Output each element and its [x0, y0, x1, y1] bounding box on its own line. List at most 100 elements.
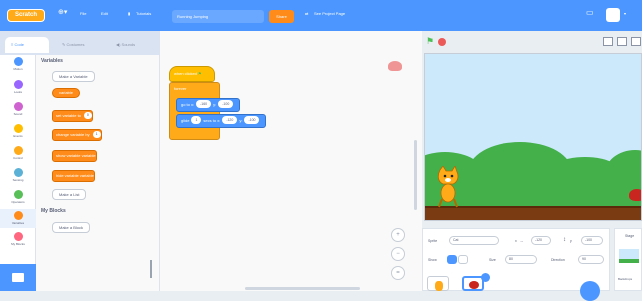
- account-chevron-icon[interactable]: ▾: [624, 11, 626, 16]
- sprite-label: Sprite: [428, 239, 438, 243]
- workspace-vertical-scrollbar[interactable]: [414, 140, 417, 210]
- x-label: x: [515, 239, 517, 243]
- goto-label: go to x:: [181, 102, 195, 107]
- set-value-input[interactable]: 0: [83, 112, 92, 119]
- tab-sounds[interactable]: ◀) Sounds: [110, 37, 154, 53]
- forever-label: forever: [174, 86, 187, 91]
- sound-dot-icon: [13, 102, 23, 111]
- crab-sprite-icon[interactable]: [629, 189, 641, 201]
- variable-reporter[interactable]: variable: [52, 88, 81, 98]
- go-to-xy-block[interactable]: go to x: -160 y: -100: [176, 98, 241, 112]
- stage-pane-label: Stage: [625, 234, 635, 238]
- category-label: Control: [13, 156, 23, 160]
- category-label: Sensing: [12, 178, 24, 182]
- category-label: Variables: [11, 221, 25, 225]
- category-control[interactable]: Control: [0, 146, 36, 163]
- small-stage-icon[interactable]: [603, 37, 613, 46]
- palette-scrollbar[interactable]: [150, 260, 152, 278]
- category-events[interactable]: Events: [0, 124, 36, 141]
- change-variable-block[interactable]: change variable by 1: [52, 129, 102, 141]
- choose-sprite-button[interactable]: [580, 281, 600, 301]
- tutorials-icon: ▮: [128, 11, 131, 16]
- x-position-input[interactable]: -120: [531, 236, 551, 245]
- zoom-reset-button[interactable]: =: [391, 266, 405, 280]
- my-stuff-icon[interactable]: ▭: [586, 8, 594, 17]
- account-avatar[interactable]: [606, 8, 620, 22]
- backdrops-label: Backdrops: [618, 277, 633, 281]
- see-project-page-icon: ⇄: [305, 11, 309, 16]
- sensing-dot-icon: [13, 168, 23, 177]
- category-my-blocks[interactable]: My Blocks: [0, 232, 36, 249]
- category-motion[interactable]: Motion: [0, 57, 36, 74]
- tab-costumes[interactable]: ✎ Costumes: [56, 37, 104, 53]
- goto-y-input[interactable]: -100: [218, 100, 234, 108]
- sprite-watermark-icon: [388, 61, 402, 71]
- category-label: Looks: [13, 90, 22, 94]
- add-extension-button[interactable]: [0, 264, 36, 291]
- when-flag-clicked-block[interactable]: when clicked ⚑: [169, 66, 215, 82]
- make-block-button[interactable]: Make a Block: [52, 222, 91, 233]
- see-project-page-button[interactable]: See Project Page: [314, 11, 345, 16]
- variables-dot-icon: [13, 211, 23, 220]
- stop-icon[interactable]: [438, 38, 446, 46]
- make-list-button[interactable]: Make a List: [52, 189, 87, 200]
- category-label: My Blocks: [11, 242, 25, 246]
- size-input[interactable]: 80: [505, 255, 537, 264]
- control-dot-icon: [13, 146, 23, 155]
- make-variable-button[interactable]: Make a Variable: [52, 71, 95, 82]
- glide-x-input[interactable]: -120: [222, 116, 238, 124]
- large-stage-icon[interactable]: [617, 37, 627, 46]
- goto-x-input[interactable]: -160: [196, 100, 212, 108]
- category-label: Motion: [13, 67, 23, 71]
- glide-block[interactable]: glide 1 secs to x: -120 y: -100: [176, 114, 267, 128]
- category-variables[interactable]: Variables: [0, 209, 36, 228]
- category-sound[interactable]: Sound: [0, 102, 36, 119]
- scratch-logo[interactable]: Scratch: [7, 9, 45, 22]
- fullscreen-icon[interactable]: [631, 37, 641, 46]
- zoom-out-button[interactable]: −: [391, 247, 405, 261]
- my-blocks-dot-icon: [13, 232, 23, 241]
- tab-costumes-label: Costumes: [66, 42, 85, 47]
- project-title-input[interactable]: Running Jumping: [172, 10, 264, 23]
- workspace-horizontal-scrollbar[interactable]: [245, 287, 360, 290]
- category-looks[interactable]: Looks: [0, 80, 36, 97]
- glide-y-input[interactable]: -100: [244, 116, 260, 124]
- category-operators[interactable]: Operators: [0, 190, 36, 207]
- variables-heading: Variables: [41, 58, 63, 64]
- tab-code[interactable]: ≡ Code: [5, 37, 49, 53]
- menu-edit[interactable]: Edit: [101, 11, 108, 16]
- size-label: Size: [489, 258, 496, 262]
- set-variable-block[interactable]: set variable to 0: [52, 110, 93, 122]
- tab-sounds-label: Sounds: [121, 42, 136, 47]
- change-value-input[interactable]: 1: [92, 131, 101, 138]
- category-label: Sound: [13, 112, 23, 116]
- delete-sprite-icon[interactable]: [481, 273, 490, 282]
- zoom-in-button[interactable]: +: [391, 228, 405, 242]
- y-position-input[interactable]: -100: [581, 236, 603, 245]
- backdrop-thumbnail[interactable]: [619, 249, 639, 263]
- direction-input[interactable]: 90: [578, 255, 604, 264]
- x-arrows-icon: ↔: [520, 239, 524, 243]
- looks-dot-icon: [13, 80, 23, 89]
- category-sensing[interactable]: Sensing: [0, 168, 36, 185]
- category-label: Operators: [11, 200, 25, 204]
- cat-sprite-icon[interactable]: [435, 166, 461, 208]
- show-variable-block[interactable]: show variable variable: [52, 150, 97, 162]
- glide-secs-input[interactable]: 1: [191, 116, 202, 124]
- green-flag-icon[interactable]: ⚑: [426, 36, 434, 47]
- stage-header: ⚑: [422, 31, 642, 53]
- sprite-thumbnail-cat[interactable]: [427, 276, 449, 291]
- show-hidden-icon[interactable]: [458, 255, 468, 264]
- sprite-name-input[interactable]: Cat: [449, 236, 499, 245]
- menu-tutorials[interactable]: Tutorials: [136, 11, 151, 16]
- cat-thumbnail-icon: [435, 281, 443, 291]
- globe-icon[interactable]: ⊕▾: [58, 8, 67, 16]
- glide-to-label: secs to x:: [203, 118, 221, 123]
- hide-variable-block[interactable]: hide variable variable: [52, 170, 95, 182]
- hat-block-label: when clicked: [174, 71, 197, 76]
- stage-canvas[interactable]: [424, 53, 642, 221]
- menu-file[interactable]: File: [80, 11, 86, 16]
- show-visible-icon[interactable]: [447, 255, 457, 264]
- category-menu: Motion Looks Sound Events Control Sensin…: [0, 55, 36, 291]
- share-button[interactable]: Share: [269, 10, 294, 23]
